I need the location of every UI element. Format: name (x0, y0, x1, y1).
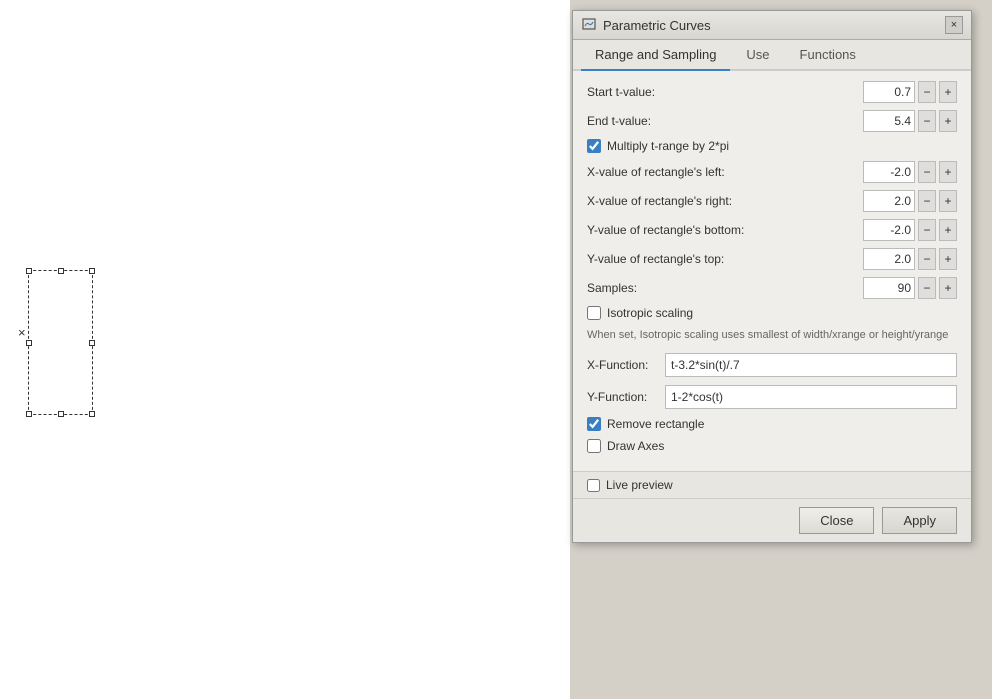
dialog-icon (581, 17, 597, 33)
end-t-plus[interactable]: + (939, 110, 957, 132)
rect-left-label: X-value of rectangle's left: (587, 165, 863, 179)
rect-bottom-input[interactable] (863, 219, 915, 241)
draw-axes-label[interactable]: Draw Axes (607, 439, 664, 453)
samples-minus[interactable]: − (918, 277, 936, 299)
handle-bottom-left[interactable] (26, 411, 32, 417)
rect-left-controls: − + (863, 161, 957, 183)
start-t-plus[interactable]: + (939, 81, 957, 103)
rect-right-label: X-value of rectangle's right: (587, 194, 863, 208)
multiply-row: Multiply t-range by 2*pi (587, 139, 957, 153)
remove-rect-row: Remove rectangle (587, 417, 957, 431)
multiply-label[interactable]: Multiply t-range by 2*pi (607, 139, 729, 153)
dialog-title-text: Parametric Curves (603, 18, 711, 33)
canvas-x-mark: × (18, 325, 26, 340)
handle-bottom-mid[interactable] (58, 411, 64, 417)
end-t-minus[interactable]: − (918, 110, 936, 132)
live-preview-label[interactable]: Live preview (606, 478, 673, 492)
rect-bottom-row: Y-value of rectangle's bottom: − + (587, 219, 957, 241)
live-preview-row: Live preview (573, 471, 971, 498)
rect-right-plus[interactable]: + (939, 190, 957, 212)
handle-top-right[interactable] (89, 268, 95, 274)
isotropic-hint: When set, Isotropic scaling uses smalles… (587, 328, 957, 343)
rect-top-controls: − + (863, 248, 957, 270)
dialog-titlebar: Parametric Curves × (573, 11, 971, 40)
dialog-footer: Close Apply (573, 498, 971, 542)
rect-left-row: X-value of rectangle's left: − + (587, 161, 957, 183)
start-t-minus[interactable]: − (918, 81, 936, 103)
x-function-row: X-Function: (587, 353, 957, 377)
samples-plus[interactable]: + (939, 277, 957, 299)
samples-controls: − + (863, 277, 957, 299)
tabs-bar: Range and Sampling Use Functions (573, 40, 971, 71)
rect-right-minus[interactable]: − (918, 190, 936, 212)
rect-left-input[interactable] (863, 161, 915, 183)
start-t-label: Start t-value: (587, 85, 863, 99)
rect-top-plus[interactable]: + (939, 248, 957, 270)
dialog-content: Start t-value: − + End t-value: − + Mult… (573, 71, 971, 471)
samples-input[interactable] (863, 277, 915, 299)
y-function-row: Y-Function: (587, 385, 957, 409)
isotropic-checkbox[interactable] (587, 306, 601, 320)
y-function-label: Y-Function: (587, 390, 659, 404)
start-t-input[interactable] (863, 81, 915, 103)
canvas-area: × (0, 0, 570, 699)
draw-axes-checkbox[interactable] (587, 439, 601, 453)
rect-right-controls: − + (863, 190, 957, 212)
remove-rect-checkbox[interactable] (587, 417, 601, 431)
live-preview-checkbox[interactable] (587, 479, 600, 492)
handle-bottom-right[interactable] (89, 411, 95, 417)
rect-bottom-plus[interactable]: + (939, 219, 957, 241)
samples-row: Samples: − + (587, 277, 957, 299)
x-function-input[interactable] (665, 353, 957, 377)
rect-right-row: X-value of rectangle's right: − + (587, 190, 957, 212)
handle-top-left[interactable] (26, 268, 32, 274)
rect-right-input[interactable] (863, 190, 915, 212)
parametric-curves-dialog: Parametric Curves × Range and Sampling U… (572, 10, 972, 543)
y-function-input[interactable] (665, 385, 957, 409)
start-t-controls: − + (863, 81, 957, 103)
tab-functions[interactable]: Functions (786, 40, 870, 71)
canvas-rectangle[interactable] (28, 270, 93, 415)
dialog-title-left: Parametric Curves (581, 17, 711, 33)
handle-top-mid[interactable] (58, 268, 64, 274)
isotropic-row: Isotropic scaling (587, 306, 957, 320)
rect-top-label: Y-value of rectangle's top: (587, 252, 863, 266)
tab-use[interactable]: Use (732, 40, 783, 71)
rect-bottom-minus[interactable]: − (918, 219, 936, 241)
rect-top-minus[interactable]: − (918, 248, 936, 270)
multiply-checkbox[interactable] (587, 139, 601, 153)
rect-left-plus[interactable]: + (939, 161, 957, 183)
remove-rect-label[interactable]: Remove rectangle (607, 417, 704, 431)
close-button[interactable]: Close (799, 507, 874, 534)
samples-label: Samples: (587, 281, 863, 295)
rect-top-row: Y-value of rectangle's top: − + (587, 248, 957, 270)
dialog-close-button[interactable]: × (945, 16, 963, 34)
end-t-input[interactable] (863, 110, 915, 132)
x-function-label: X-Function: (587, 358, 659, 372)
tab-range-sampling[interactable]: Range and Sampling (581, 40, 730, 71)
rect-top-input[interactable] (863, 248, 915, 270)
handle-mid-right[interactable] (89, 340, 95, 346)
apply-button[interactable]: Apply (882, 507, 957, 534)
draw-axes-row: Draw Axes (587, 439, 957, 453)
isotropic-label[interactable]: Isotropic scaling (607, 306, 693, 320)
rect-bottom-controls: − + (863, 219, 957, 241)
end-t-label: End t-value: (587, 114, 863, 128)
rect-bottom-label: Y-value of rectangle's bottom: (587, 223, 863, 237)
rect-left-minus[interactable]: − (918, 161, 936, 183)
start-t-row: Start t-value: − + (587, 81, 957, 103)
handle-mid-left[interactable] (26, 340, 32, 346)
end-t-controls: − + (863, 110, 957, 132)
end-t-row: End t-value: − + (587, 110, 957, 132)
